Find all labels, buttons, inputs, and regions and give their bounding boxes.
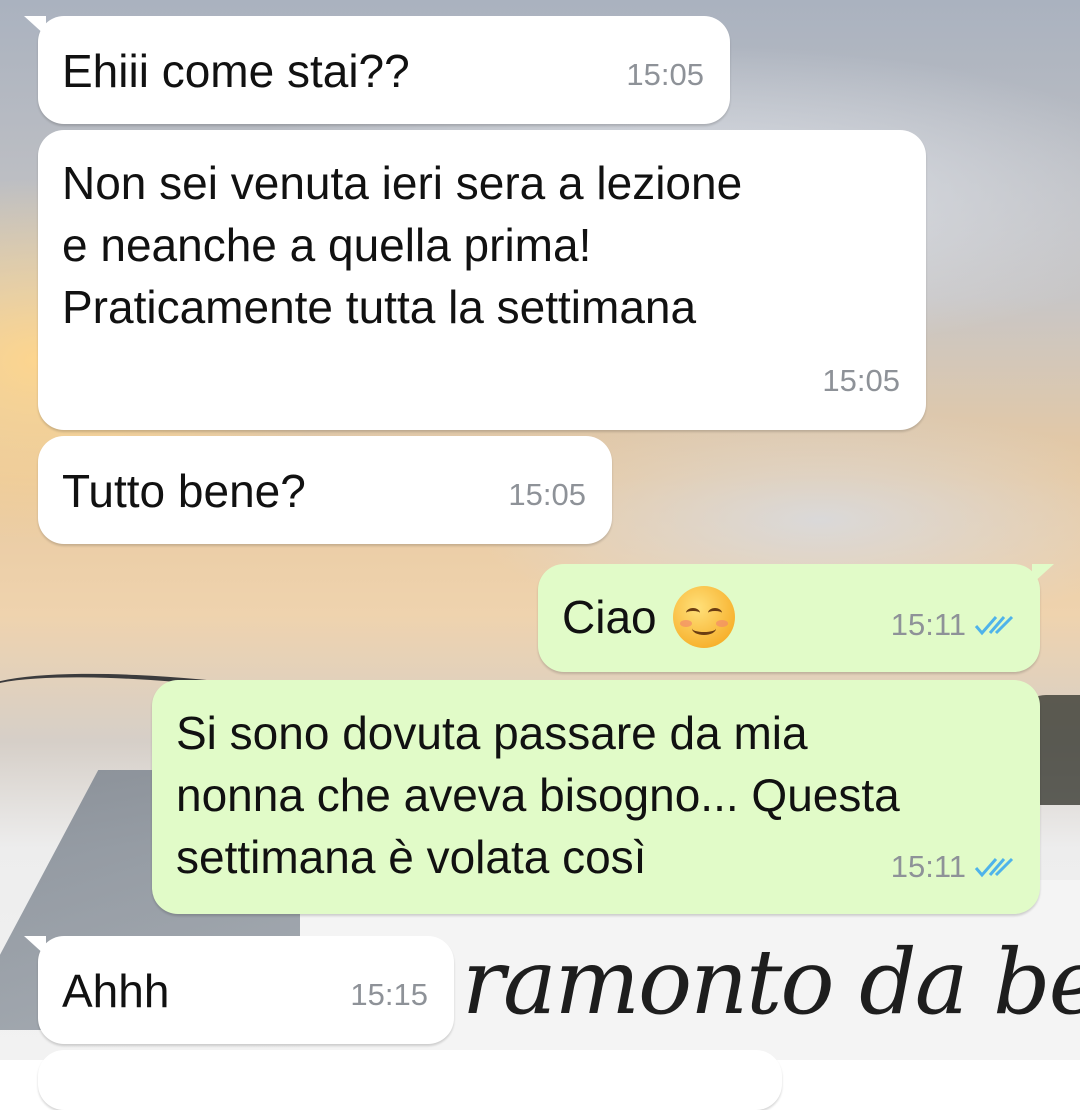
message-time: 15:05 — [626, 44, 704, 106]
message-timestamp: 15:15 — [350, 977, 428, 1012]
message-bubble-outgoing[interactable]: Si sono dovuta passare da mia nonna che … — [152, 680, 1040, 914]
message-bubble-incoming[interactable]: Ahhh 15:15 — [24, 936, 454, 1044]
smiling-face-with-blush-emoji — [672, 586, 735, 648]
message-time: 15:15 — [350, 964, 428, 1026]
message-bubble-incoming[interactable]: Tutto bene? 15:05 — [38, 436, 612, 544]
message-timestamp: 15:05 — [626, 57, 704, 92]
read-receipt-icon — [974, 857, 1014, 878]
message-text: Tutto bene? — [62, 465, 306, 517]
wallpaper-caption: ramonto da be — [462, 930, 1080, 1035]
message-bubble-outgoing[interactable]: Ciao 15:11 — [538, 564, 1054, 672]
message-text-content: Ciao — [562, 591, 657, 643]
message-time: 15:11 — [891, 594, 1018, 656]
message-text: Ehiii come stai?? — [62, 45, 410, 97]
message-timestamp: 15:05 — [508, 477, 586, 512]
message-timestamp: 15:11 — [890, 849, 966, 884]
bubble-tail — [24, 16, 46, 36]
message-text: Ciao — [562, 586, 735, 648]
message-bubble-incoming-partial[interactable] — [38, 1050, 782, 1110]
message-text: Non sei venuta ieri sera a lezione e nea… — [62, 157, 743, 333]
message-time: 15:05 — [508, 464, 586, 526]
message-text: Ahhh — [62, 965, 170, 1017]
message-timestamp: 15:11 — [890, 607, 966, 642]
bubble-tail — [1032, 564, 1054, 584]
message-timestamp: 15:05 — [822, 363, 900, 398]
message-text: Si sono dovuta passare da mia nonna che … — [176, 707, 900, 883]
message-bubble-incoming[interactable]: Non sei venuta ieri sera a lezione e nea… — [38, 130, 926, 430]
bubble-tail — [24, 936, 46, 956]
message-time: 15:11 — [891, 836, 1018, 898]
read-receipt-icon — [974, 615, 1014, 636]
message-bubble-incoming[interactable]: Ehiii come stai?? 15:05 — [24, 16, 730, 124]
message-time: 15:05 — [822, 350, 900, 412]
